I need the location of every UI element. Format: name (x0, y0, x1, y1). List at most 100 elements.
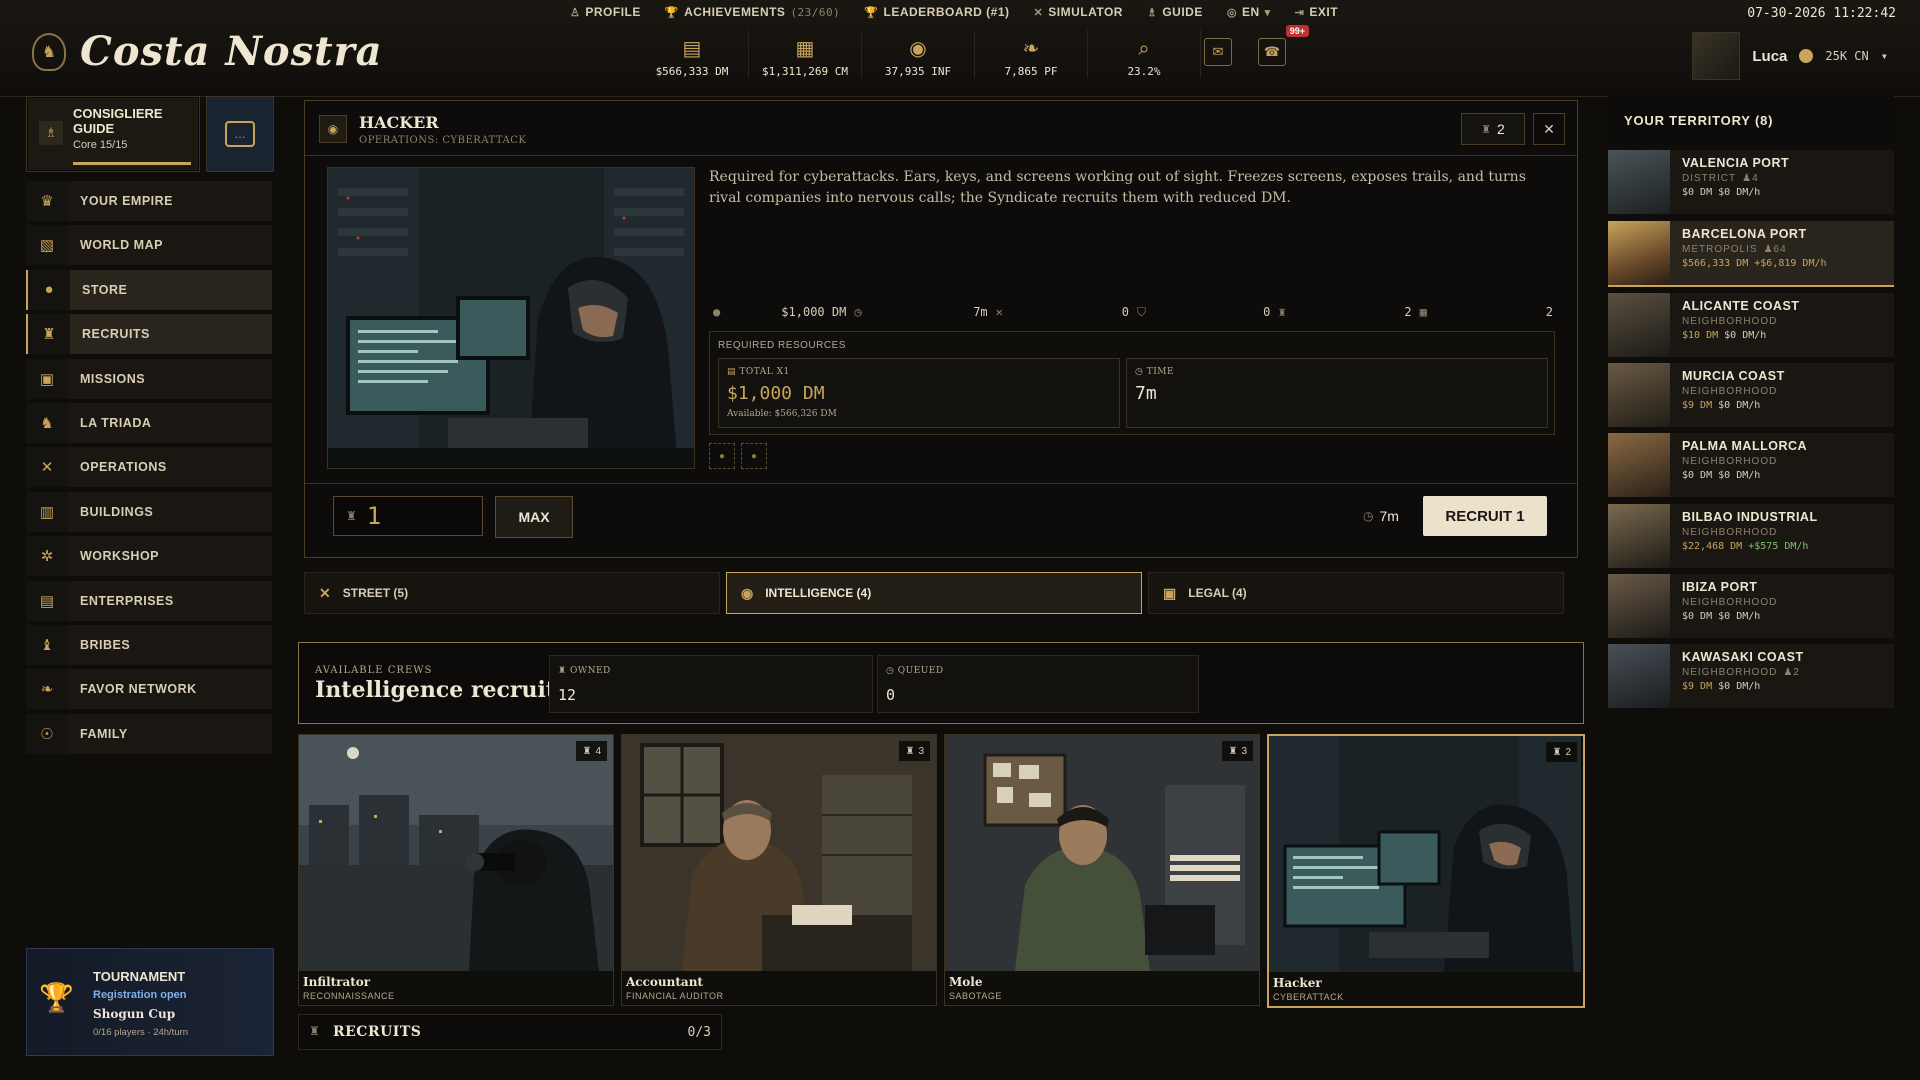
sidebar-item-buildings[interactable]: ▥ BUILDINGS (26, 491, 272, 532)
territory-thumbnail (1608, 292, 1670, 357)
crews-title: Intelligence recruits (315, 677, 569, 703)
app-logo[interactable]: ♞ Costa Nostra (32, 28, 383, 75)
tab-legal[interactable]: ▣ LEGAL (4) (1148, 572, 1564, 614)
user-menu[interactable]: Luca 25K CN ▾ (1692, 32, 1888, 80)
consigliere-guide-card[interactable]: ♗ CONSIGLIERE GUIDE Core 15/15 (26, 96, 200, 172)
resource-favor[interactable]: ❧ 7,865 PF (975, 30, 1088, 78)
inbox-button[interactable]: ✉ (1204, 38, 1232, 66)
briefcase-icon: ▣ (1163, 584, 1177, 601)
crew-card-infiltrator[interactable]: ♜ 4 Infiltrator RECONNAISSANCE (298, 734, 614, 1006)
cash-stack-icon: ▤ (727, 367, 737, 377)
hacker-portrait (1269, 736, 1583, 972)
favor-icon: ❧ (1022, 38, 1040, 60)
recruit-button[interactable]: RECRUIT 1 (1423, 496, 1547, 536)
stat-cost: ● $1,000 DM (713, 305, 847, 319)
nav-profile[interactable]: ♙ PROFILE (570, 5, 641, 19)
sidebar-item-enterprises[interactable]: ▤ ENTERPRISES (26, 580, 272, 621)
person-icon: ♗ (1146, 6, 1158, 19)
close-icon: ✕ (1543, 120, 1555, 137)
sidebar-item-favor-network[interactable]: ❧ FAVOR NETWORK (26, 669, 272, 710)
crew-card-accountant[interactable]: ♜ 3 Accountant FINANCIAL AUDITOR (621, 734, 937, 1006)
crew-card-hacker[interactable]: ♜ 2 Hacker CYBERATTACK (1267, 734, 1585, 1008)
recruits-icon: ♜ (1278, 305, 1286, 319)
nav-achievements[interactable]: 🏆 ACHIEVEMENTS (23/60) (665, 5, 840, 19)
coin-icon[interactable]: ● (741, 443, 767, 469)
sidebar-item-recruits[interactable]: ♜ RECRUITS (26, 314, 272, 355)
recruits-icon: ♜ (1552, 746, 1562, 758)
crew-name: Mole (949, 975, 983, 989)
territory-item[interactable]: ALICANTE COAST NEIGHBORHOOD $10 DM $0 DM/h (1608, 292, 1894, 357)
language-select[interactable]: ◎ EN ▾ (1227, 5, 1271, 19)
requirement-icons: ● ● (709, 443, 767, 469)
sidebar-item-bribes[interactable]: ♝ BRIBES (26, 624, 272, 665)
resource-heat[interactable]: ⌕ 23.2% (1088, 30, 1201, 78)
detail-header: ◉ HACKER OPERATIONS: CYBERATTACK ♜ 2 ✕ (305, 101, 1577, 156)
territory-item[interactable]: VALENCIA PORT DISTRICT ♟4 $0 DM $0 DM/h (1608, 150, 1894, 215)
stat-time: ◷ 7m (854, 305, 988, 319)
territory-thumbnail (1608, 574, 1670, 639)
territory-item[interactable]: BILBAO INDUSTRIAL NEIGHBORHOOD $22,468 DM … (1608, 503, 1894, 568)
eye-icon: ◉ (741, 584, 754, 601)
sidebar-item-world-map[interactable]: ▧ WORLD MAP (26, 225, 272, 266)
recruits-queue-bar[interactable]: ♜ RECRUITS 0/3 (298, 1014, 722, 1050)
territory-item[interactable]: BARCELONA PORT METROPOLIS ♟64 $566,333 DM +… (1608, 220, 1894, 287)
tournament-card[interactable]: 🏆 TOURNAMENT Registration open Shogun Cu… (26, 948, 274, 1056)
resource-clean-money[interactable]: ▦ $1,311,269 CM (749, 30, 862, 78)
territory-item[interactable]: MURCIA COAST NEIGHBORHOOD $9 DM $0 DM/h (1608, 363, 1894, 428)
resource-influence[interactable]: ◉ 37,935 INF (862, 30, 975, 78)
recruit-stats: ● $1,000 DM ◷ 7m ✕ 0 ⛉ 0 ♜ 2 ▦ 2 (713, 301, 1561, 323)
nav-guide[interactable]: ♗ GUIDE (1147, 5, 1203, 19)
max-button[interactable]: MAX (495, 496, 573, 538)
detail-subtitle: OPERATIONS: CYBERATTACK (359, 135, 527, 146)
crew-count: ♜ 3 (899, 741, 930, 761)
resource-dirty-money[interactable]: ▤ $566,333 DM (636, 30, 749, 78)
nav-simulator[interactable]: ✕ SIMULATOR (1034, 5, 1123, 19)
territory-item[interactable]: PALMA MALLORCA NEIGHBORHOOD $0 DM $0 DM/h (1608, 433, 1894, 498)
chat-button[interactable]: … (206, 96, 274, 172)
sidebar-item-your-empire[interactable]: ♛ YOUR EMPIRE (26, 181, 272, 221)
influence-icon: ◉ (909, 38, 927, 60)
time-card: ◷ TIME 7m (1126, 358, 1548, 428)
sidebar-navigation: ♛ YOUR EMPIRE ▧ WORLD MAP ● STORE ♜ RECRUITS… (26, 181, 272, 758)
sidebar-item-operations[interactable]: ✕ OPERATIONS (26, 447, 272, 488)
sidebar-item-workshop[interactable]: ✲ WORKSHOP (26, 536, 272, 577)
crew-card-mole[interactable]: ♜ 3 Mole SABOTAGE (944, 734, 1260, 1006)
influence-icon: ♟ (1763, 243, 1774, 255)
crew-role: RECONNAISSANCE (303, 991, 395, 1001)
territory-item[interactable]: KAWASAKI COAST NEIGHBORHOOD ♟2 $9 DM $0 DM/… (1608, 644, 1894, 709)
sidebar-item-missions[interactable]: ▣ MISSIONS (26, 358, 272, 399)
influence-icon: ♟ (1783, 667, 1794, 679)
clean-money-icon: ▦ (795, 38, 815, 60)
quantity-input[interactable]: ♜ 1 (333, 496, 483, 536)
tab-street[interactable]: ✕ STREET (5) (304, 572, 720, 614)
nav-exit[interactable]: ⇥ EXIT (1295, 5, 1338, 19)
recruit-footer: ♜ 1 MAX ◷ 7m RECRUIT 1 (305, 483, 1577, 558)
hacker-portrait (327, 167, 695, 469)
phone-button[interactable]: ☎ 99+ (1258, 25, 1309, 66)
close-button[interactable]: ✕ (1533, 113, 1565, 145)
chevron-down-icon: ▾ (1880, 49, 1888, 63)
crew-role: FINANCIAL AUDITOR (626, 991, 724, 1001)
owned-value: 12 (558, 686, 577, 704)
chevron-down-icon: ▾ (1264, 6, 1271, 19)
recruits-icon: ♜ (582, 745, 592, 757)
tab-intelligence[interactable]: ◉ INTELLIGENCE (4) (726, 572, 1142, 614)
nav-leaderboard[interactable]: 🏆 LEADERBOARD (#1) (864, 5, 1009, 19)
crew-name: Accountant (626, 975, 703, 989)
recruits-icon: ♜ (28, 314, 70, 355)
crew-count: ♜ 2 (1546, 742, 1577, 762)
sidebar-item-la-triada[interactable]: ♞ LA TRIADA (26, 402, 272, 443)
coin-icon[interactable]: ● (709, 443, 735, 469)
guide-progress: Core 15/15 (73, 139, 128, 151)
top-navigation: ♙ PROFILE 🏆 ACHIEVEMENTS (23/60) 🏆 LEADERBOA… (570, 5, 1338, 19)
territory-thumbnail (1608, 220, 1670, 285)
available-balance: Available: $566,326 DM (727, 409, 837, 419)
map-icon: ▧ (26, 225, 68, 266)
sidebar-item-store[interactable]: ● STORE (26, 269, 272, 310)
sidebar-item-family[interactable]: ☉ FAMILY (26, 713, 272, 754)
app-title: Costa Nostra (80, 28, 383, 75)
clock-icon: ◷ (886, 666, 895, 676)
territory-item[interactable]: IBIZA PORT NEIGHBORHOOD $0 DM $0 DM/h (1608, 574, 1894, 639)
crossed-swords-icon: ✕ (1033, 6, 1044, 19)
chat-icon: … (225, 121, 255, 147)
